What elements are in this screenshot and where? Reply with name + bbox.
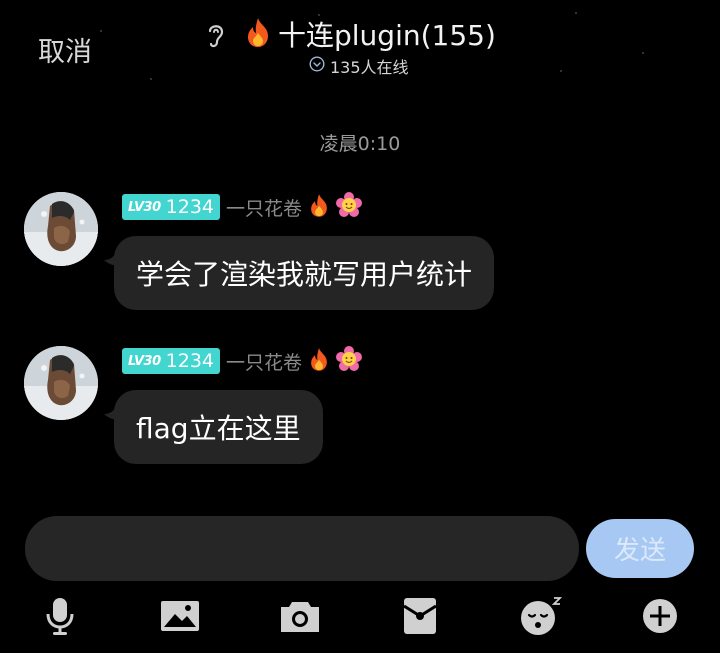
fire-icon [308,192,330,222]
message-text: flag立在这里 [136,412,301,445]
message-bubble[interactable]: 学会了渲染我就写用户统计 [114,236,495,310]
message-bubble[interactable]: flag立在这里 [114,390,323,464]
level-number: 1234 [165,196,215,218]
emoji-icon[interactable] [518,594,562,638]
online-status[interactable]: 135人在线 [309,56,409,77]
chevron-down-circle-icon [309,56,325,76]
message-timestamp: 凌晨0:10 [319,133,401,155]
background-star [575,12,577,14]
background-star [150,78,152,80]
message-input[interactable] [25,516,579,581]
sender-info: LV30 1234 一只花卷 [122,192,363,222]
level-badge: LV30 1234 [122,194,221,220]
avatar[interactable] [24,192,98,266]
background-star [642,52,644,54]
background-star [560,70,562,72]
avatar[interactable] [24,346,98,420]
flower-emoji-icon [336,192,363,222]
online-count: 135人在线 [330,58,409,77]
microphone-icon[interactable] [38,594,82,638]
level-label: LV30 [128,199,161,215]
sender-info: LV30 1234 一只花卷 [122,346,363,376]
ear-icon[interactable] [203,20,229,50]
level-number: 1234 [165,350,215,372]
sender-nickname[interactable]: 一只花卷 [226,348,302,375]
sender-nickname[interactable]: 一只花卷 [226,194,302,221]
cancel-button[interactable]: 取消 [38,30,92,69]
flower-emoji-icon [336,346,363,376]
group-title[interactable]: 十连plugin(155) [244,14,496,54]
message-text: 学会了渲染我就写用户统计 [136,258,473,291]
fire-icon [308,346,330,376]
plus-icon[interactable] [638,594,682,638]
group-title-text: 十连plugin(155) [278,19,496,52]
send-button[interactable]: 发送 [586,519,694,578]
level-label: LV30 [128,353,161,369]
red-packet-icon[interactable] [398,594,442,638]
level-badge: LV30 1234 [122,348,221,374]
fire-icon [244,16,272,52]
image-icon[interactable] [158,594,202,638]
background-star [100,30,102,32]
camera-icon[interactable] [278,594,322,638]
